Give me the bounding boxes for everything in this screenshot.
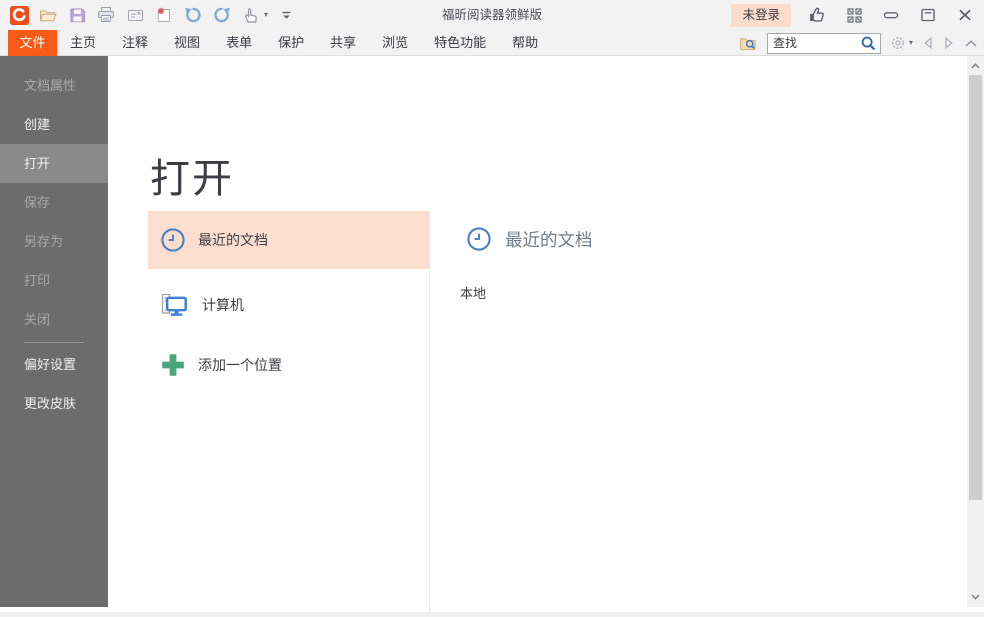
tab-browse[interactable]: 浏览 [369,30,421,56]
file-backstage: 文档属性 创建 打开 保存 另存为 打印 关闭 偏好设置 更改皮肤 打开 最近的… [0,56,984,612]
ribbon-tab-bar: 文件 主页 注释 视图 表单 保护 共享 浏览 特色功能 帮助 ▾ [0,30,984,56]
chevron-down-icon: ▾ [264,11,268,19]
tab-help[interactable]: 帮助 [499,30,551,56]
panel-divider [429,211,430,617]
gear-icon [890,35,906,51]
vertical-scrollbar [967,56,984,607]
find-next-icon[interactable] [943,36,955,50]
sidebar-item-save[interactable]: 保存 [0,183,108,222]
add-place-icon [160,352,186,378]
create-pdf-icon[interactable] [153,3,175,27]
sidebar-item-open[interactable]: 打开 [0,144,108,183]
recent-documents-header: 最近的文档 [466,226,593,252]
titlebar: ▾ 福昕阅读器领鲜版 未登录 [0,0,984,30]
window-title: 福昕阅读器领鲜版 [442,0,542,30]
customize-quick-access-icon[interactable] [275,3,297,27]
ribbon-tabs: 文件 主页 注释 视图 表单 保护 共享 浏览 特色功能 帮助 [8,30,551,56]
open-option-computer[interactable]: 计算机 [148,281,429,329]
sidebar-item-document-properties[interactable]: 文档属性 [0,66,108,105]
search-icon[interactable] [860,35,877,52]
tab-special-features[interactable]: 特色功能 [421,30,499,56]
sidebar-divider [24,342,84,343]
open-file-icon[interactable] [37,3,59,27]
clock-icon [160,227,186,253]
search-input[interactable] [773,36,860,50]
sidebar-item-preferences[interactable]: 偏好设置 [0,345,108,384]
undo-icon[interactable] [182,3,204,27]
ribbon-search-area: ▾ [738,30,978,56]
maximize-button[interactable] [917,4,939,26]
backstage-sidebar: 文档属性 创建 打开 保存 另存为 打印 关闭 偏好设置 更改皮肤 [0,56,108,607]
save-icon[interactable] [66,3,88,27]
close-button[interactable] [954,4,976,26]
tab-comment[interactable]: 注释 [109,30,161,56]
collapse-ribbon-icon[interactable] [964,39,978,48]
search-settings-dropdown[interactable]: ▾ [890,35,913,51]
recent-documents-title: 最近的文档 [505,227,593,252]
sidebar-item-create[interactable]: 创建 [0,105,108,144]
recent-group-local: 本地 [460,283,486,302]
computer-icon [160,291,190,319]
hand-tool-dropdown[interactable]: ▾ [240,3,268,27]
search-folder-icon[interactable] [738,33,758,53]
tab-view[interactable]: 视图 [161,30,213,56]
minimize-button[interactable] [880,4,902,26]
tab-form[interactable]: 表单 [213,30,265,56]
open-option-label: 计算机 [202,295,244,315]
quick-access-toolbar: ▾ [8,0,297,30]
open-option-label: 最近的文档 [198,230,268,250]
tab-home[interactable]: 主页 [57,30,109,56]
print-icon[interactable] [95,3,117,27]
like-icon[interactable] [806,4,828,26]
redo-icon[interactable] [211,3,233,27]
open-option-label: 添加一个位置 [198,355,282,375]
bottom-strip [0,612,984,617]
tab-file[interactable]: 文件 [8,30,57,56]
search-box [767,33,881,54]
scroll-down-icon[interactable] [967,589,984,605]
clock-icon [466,226,492,252]
find-previous-icon[interactable] [922,36,934,50]
recent-documents-panel: 最近的文档 本地 [466,226,593,252]
chevron-down-icon: ▾ [909,39,913,47]
scrollbar-thumb[interactable] [969,75,982,500]
sidebar-item-close[interactable]: 关闭 [0,300,108,339]
tab-share[interactable]: 共享 [317,30,369,56]
login-button[interactable]: 未登录 [731,4,791,27]
sidebar-item-print[interactable]: 打印 [0,261,108,300]
page-title: 打开 [150,146,234,204]
open-option-recent-documents[interactable]: 最近的文档 [148,211,429,269]
scroll-up-icon[interactable] [967,58,984,74]
tab-protect[interactable]: 保护 [265,30,317,56]
open-option-list: 最近的文档 计算机 添加一个位置 [148,211,429,389]
sidebar-item-change-skin[interactable]: 更改皮肤 [0,384,108,423]
email-icon[interactable] [124,3,146,27]
hand-tool-icon [240,3,262,27]
open-option-add-place[interactable]: 添加一个位置 [148,341,429,389]
foxit-logo[interactable] [8,3,30,27]
layout-grid-icon[interactable] [843,4,865,26]
titlebar-controls: 未登录 [731,0,976,30]
sidebar-item-save-as[interactable]: 另存为 [0,222,108,261]
